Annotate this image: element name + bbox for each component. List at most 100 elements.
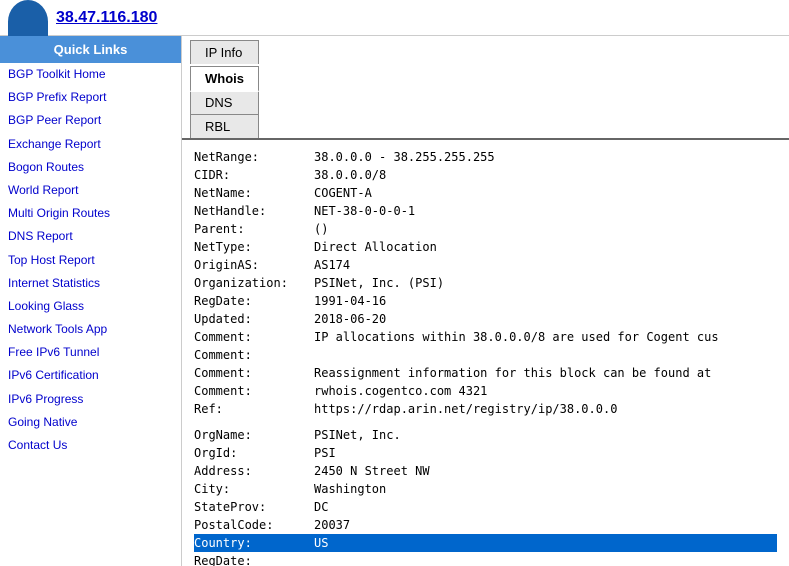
whois-field-value: DC: [314, 498, 328, 516]
whois-field-value: NET-38-0-0-0-1: [314, 202, 415, 220]
whois-field-label: Ref:: [194, 400, 314, 418]
whois-row: Parent:(): [194, 220, 777, 238]
whois-row: Comment:: [194, 346, 777, 364]
main-layout: Quick Links BGP Toolkit HomeBGP Prefix R…: [0, 36, 789, 566]
whois-field-value: (): [314, 220, 328, 238]
sidebar-links: BGP Toolkit HomeBGP Prefix ReportBGP Pee…: [0, 63, 181, 457]
whois-row: Address:2450 N Street NW: [194, 462, 777, 480]
whois-field-label: StateProv:: [194, 498, 314, 516]
whois-field-value: Direct Allocation: [314, 238, 437, 256]
sidebar: Quick Links BGP Toolkit HomeBGP Prefix R…: [0, 36, 182, 566]
whois-field-value: rwhois.cogentco.com 4321: [314, 382, 487, 400]
whois-field-label: OriginAS:: [194, 256, 314, 274]
whois-field-label: Updated:: [194, 310, 314, 328]
whois-rows: NetRange:38.0.0.0 - 38.255.255.255CIDR:3…: [194, 148, 777, 566]
whois-field-value: 2450 N Street NW: [314, 462, 430, 480]
sidebar-item-bgp-peer-report[interactable]: BGP Peer Report: [0, 109, 181, 132]
whois-field-value: US: [314, 534, 328, 552]
whois-row: RegDate:1991-04-16: [194, 292, 777, 310]
whois-field-value: 2018-06-20: [314, 310, 386, 328]
whois-field-label: RegDate:: [194, 552, 314, 566]
whois-row: Comment:IP allocations within 38.0.0.0/8…: [194, 328, 777, 346]
whois-field-label: NetHandle:: [194, 202, 314, 220]
whois-field-value: PSINet, Inc.: [314, 426, 401, 444]
logo: [8, 0, 48, 36]
whois-field-label: Country:: [194, 534, 314, 552]
sidebar-item-ipv6-certification[interactable]: IPv6 Certification: [0, 364, 181, 387]
whois-field-label: NetName:: [194, 184, 314, 202]
whois-content: NetRange:38.0.0.0 - 38.255.255.255CIDR:3…: [182, 140, 789, 566]
whois-field-label: Organization:: [194, 274, 314, 292]
whois-field-label: CIDR:: [194, 166, 314, 184]
whois-field-value: 1991-04-16: [314, 292, 386, 310]
tab-rbl[interactable]: RBL: [190, 114, 259, 138]
whois-field-label: Comment:: [194, 346, 314, 364]
whois-row: OrgId:PSI: [194, 444, 777, 462]
whois-row: City:Washington: [194, 480, 777, 498]
whois-field-value: PSI: [314, 444, 336, 462]
whois-field-value: https://rdap.arin.net/registry/ip/38.0.0…: [314, 400, 617, 418]
tab-ip-info[interactable]: IP Info: [190, 40, 259, 64]
sidebar-item-going-native[interactable]: Going Native: [0, 411, 181, 434]
header-ip[interactable]: 38.47.116.180: [56, 9, 157, 27]
sidebar-item-bogon-routes[interactable]: Bogon Routes: [0, 156, 181, 179]
whois-field-label: NetType:: [194, 238, 314, 256]
whois-field-label: Address:: [194, 462, 314, 480]
whois-row: StateProv:DC: [194, 498, 777, 516]
whois-row: Ref:https://rdap.arin.net/registry/ip/38…: [194, 400, 777, 418]
whois-field-value: 38.0.0.0/8: [314, 166, 386, 184]
whois-row: [194, 418, 777, 426]
whois-row: OriginAS:AS174: [194, 256, 777, 274]
sidebar-item-exchange-report[interactable]: Exchange Report: [0, 133, 181, 156]
whois-row: PostalCode:20037: [194, 516, 777, 534]
whois-row: NetHandle:NET-38-0-0-0-1: [194, 202, 777, 220]
whois-field-value: AS174: [314, 256, 350, 274]
sidebar-item-world-report[interactable]: World Report: [0, 179, 181, 202]
sidebar-item-bgp-toolkit-home[interactable]: BGP Toolkit Home: [0, 63, 181, 86]
tabs-container: IP InfoWhoisDNSRBL: [190, 40, 261, 138]
whois-field-label: Comment:: [194, 328, 314, 346]
whois-row: NetRange:38.0.0.0 - 38.255.255.255: [194, 148, 777, 166]
tab-dns[interactable]: DNS: [190, 90, 259, 114]
whois-row: RegDate:: [194, 552, 777, 566]
whois-field-value: 38.0.0.0 - 38.255.255.255: [314, 148, 495, 166]
whois-field-label: OrgId:: [194, 444, 314, 462]
sidebar-item-top-host-report[interactable]: Top Host Report: [0, 249, 181, 272]
sidebar-item-looking-glass[interactable]: Looking Glass: [0, 295, 181, 318]
sidebar-item-free-ipv6-tunnel[interactable]: Free IPv6 Tunnel: [0, 341, 181, 364]
whois-row: Comment:Reassignment information for thi…: [194, 364, 777, 382]
sidebar-item-internet-statistics[interactable]: Internet Statistics: [0, 272, 181, 295]
whois-row: NetType:Direct Allocation: [194, 238, 777, 256]
whois-field-value: Washington: [314, 480, 386, 498]
whois-field-label: City:: [194, 480, 314, 498]
whois-field-value: PSINet, Inc. (PSI): [314, 274, 444, 292]
whois-field-label: RegDate:: [194, 292, 314, 310]
sidebar-item-dns-report[interactable]: DNS Report: [0, 225, 181, 248]
tab-whois[interactable]: Whois: [190, 66, 259, 92]
sidebar-item-multi-origin-routes[interactable]: Multi Origin Routes: [0, 202, 181, 225]
whois-field-label: PostalCode:: [194, 516, 314, 534]
whois-field-value: 20037: [314, 516, 350, 534]
whois-row: Updated:2018-06-20: [194, 310, 777, 328]
whois-row: NetName:COGENT-A: [194, 184, 777, 202]
whois-row: OrgName:PSINet, Inc.: [194, 426, 777, 444]
whois-field-label: Comment:: [194, 382, 314, 400]
whois-field-label: Parent:: [194, 220, 314, 238]
whois-field-label: OrgName:: [194, 426, 314, 444]
whois-field-label: Comment:: [194, 364, 314, 382]
whois-field-value: COGENT-A: [314, 184, 372, 202]
whois-row: Organization:PSINet, Inc. (PSI): [194, 274, 777, 292]
whois-row: CIDR:38.0.0.0/8: [194, 166, 777, 184]
sidebar-item-ipv6-progress[interactable]: IPv6 Progress: [0, 388, 181, 411]
whois-row: Comment:rwhois.cogentco.com 4321: [194, 382, 777, 400]
sidebar-item-contact-us[interactable]: Contact Us: [0, 434, 181, 457]
whois-field-value: IP allocations within 38.0.0.0/8 are use…: [314, 328, 719, 346]
whois-row: Country:US: [194, 534, 777, 552]
sidebar-item-network-tools-app[interactable]: Network Tools App: [0, 318, 181, 341]
content-area: IP InfoWhoisDNSRBL NetRange:38.0.0.0 - 3…: [182, 36, 789, 566]
tabs-bar: IP InfoWhoisDNSRBL: [182, 36, 789, 140]
whois-field-value: Reassignment information for this block …: [314, 364, 711, 382]
sidebar-item-bgp-prefix-report[interactable]: BGP Prefix Report: [0, 86, 181, 109]
sidebar-title: Quick Links: [0, 36, 181, 63]
whois-field-label: NetRange:: [194, 148, 314, 166]
